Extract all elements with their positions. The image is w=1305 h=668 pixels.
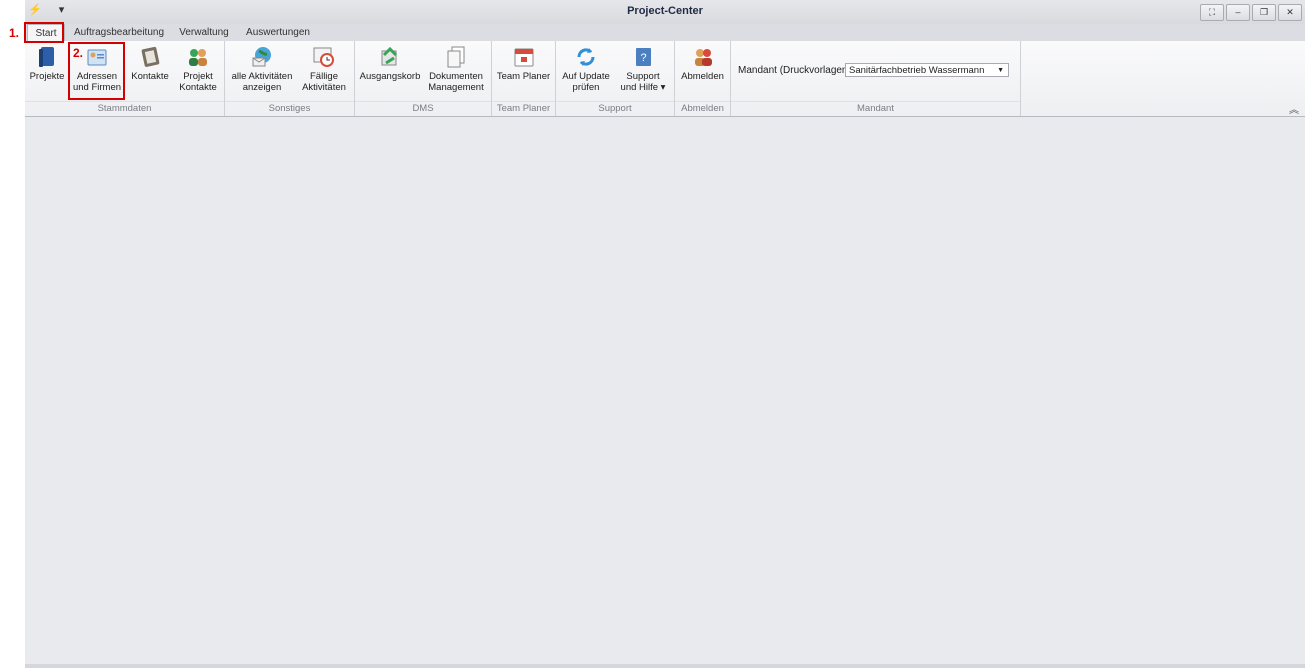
faellige-label-2: Aktivitäten [302, 82, 346, 93]
group-label-abmelden: Abmelden [675, 101, 730, 115]
group-label-dms: DMS [355, 101, 491, 115]
auf-update-pruefen-button[interactable]: Auf Update prüfen [560, 43, 612, 93]
group-label-team-planer: Team Planer [492, 101, 555, 115]
group-support: Auf Update prüfen ? Support und Hilfe ▾ … [556, 41, 675, 116]
group-label-support: Support [556, 101, 674, 115]
tab-verwaltung[interactable]: Verwaltung [177, 24, 231, 41]
outbox-arrows-icon [381, 46, 398, 66]
team-planer-button[interactable]: Team Planer [495, 43, 552, 82]
step-1-highlight [24, 22, 64, 43]
ribbon: Projekte Adressen und Firmen Kontakte Pr… [25, 41, 1305, 117]
abmelden-button[interactable]: Abmelden [678, 43, 727, 82]
documents-icon [447, 46, 465, 68]
project-contacts-icon [189, 49, 207, 66]
faellige-aktivitaeten-button[interactable]: Fällige Aktivitäten [299, 43, 349, 93]
svg-text:?: ? [640, 52, 646, 64]
group-label-mandant: Mandant [731, 101, 1020, 115]
contacts-book-icon [141, 46, 160, 67]
app-window: ⚡ ▾ Project-Center ⛶ – ❐ ✕ Start Auftrag… [25, 0, 1305, 668]
alle-aktivitaeten-button[interactable]: alle Aktivitäten anzeigen [229, 43, 295, 93]
minimize-button[interactable]: – [1226, 4, 1250, 21]
mandant-selected-value: Sanitärfachbetrieb Wassermann [849, 65, 985, 76]
projekte-button[interactable]: Projekte [28, 43, 66, 82]
activities-globe-icon [252, 47, 271, 67]
group-abmelden: Abmelden Abmelden [675, 41, 731, 116]
ausgangskorb-button[interactable]: Ausgangskorb [359, 43, 421, 82]
chevron-down-icon: ▼ [997, 67, 1004, 74]
hilfe-label-1: Support [626, 71, 660, 82]
faellige-label-1: Fällige [310, 71, 338, 82]
window-title: Project-Center [627, 5, 703, 17]
logout-users-icon [694, 49, 712, 66]
projekte-label: Projekte [29, 71, 65, 82]
projects-book-icon [39, 47, 54, 67]
tab-auftragsbearbeitung[interactable]: Auftragsbearbeitung [73, 24, 165, 41]
restore-button[interactable]: ❐ [1252, 4, 1276, 21]
projekt-kontakte-label-2: Kontakte [179, 82, 217, 93]
group-stammdaten: Projekte Adressen und Firmen Kontakte Pr… [25, 41, 225, 116]
close-button[interactable]: ✕ [1278, 4, 1302, 21]
support-und-hilfe-button[interactable]: ? Support und Hilfe ▾ [616, 43, 670, 93]
dokumenten-management-button[interactable]: Dokumenten Management [425, 43, 487, 93]
step-2-highlight [68, 42, 125, 100]
alle-aktivitaeten-label-1: alle Aktivitäten [231, 71, 293, 82]
ribbon-tabs: Start Auftragsbearbeitung Verwaltung Aus… [25, 24, 1305, 41]
hilfe-label-2: und Hilfe ▾ [620, 82, 666, 93]
mandant-field-label: Mandant (Druckvorlagen): [738, 65, 854, 76]
kontakte-button[interactable]: Kontakte [129, 43, 171, 82]
update-label-2: prüfen [572, 82, 600, 93]
projekt-kontakte-label-1: Projekt [183, 71, 213, 82]
calendar-icon [514, 48, 533, 67]
group-label-sonstiges: Sonstiges [225, 101, 354, 115]
abmelden-label: Abmelden [681, 71, 724, 82]
step-1-marker: 1. [9, 26, 20, 40]
group-dms: Ausgangskorb Dokumenten Management DMS [355, 41, 492, 116]
dokumenten-label-1: Dokumenten [429, 71, 483, 82]
refresh-icon [577, 48, 595, 66]
alle-aktivitaeten-label-2: anzeigen [242, 82, 282, 93]
title-bar: ⚡ ▾ Project-Center ⛶ – ❐ ✕ [25, 0, 1305, 25]
status-bar [25, 664, 1305, 668]
collapse-ribbon-icon[interactable]: ︽ [1289, 101, 1299, 116]
help-book-icon: ? [636, 48, 651, 66]
dokumenten-label-2: Management [428, 82, 484, 93]
projekt-kontakte-button[interactable]: Projekt Kontakte [177, 43, 219, 93]
group-label-stammdaten: Stammdaten [25, 101, 224, 115]
group-mandant: Mandant (Druckvorlagen): Sanitärfachbetr… [731, 41, 1021, 116]
team-planer-label: Team Planer [496, 71, 551, 82]
fullscreen-button[interactable]: ⛶ [1200, 4, 1224, 21]
kontakte-label: Kontakte [131, 71, 169, 82]
tab-auswertungen[interactable]: Auswertungen [245, 24, 311, 41]
update-label-1: Auf Update [562, 71, 610, 82]
ausgangskorb-label: Ausgangskorb [359, 71, 421, 82]
mandant-select[interactable]: Sanitärfachbetrieb Wassermann ▼ [845, 63, 1009, 77]
group-team-planer: Team Planer Team Planer [492, 41, 556, 116]
group-sonstiges: alle Aktivitäten anzeigen Fällige Aktivi… [225, 41, 355, 116]
due-clock-icon [313, 47, 334, 67]
